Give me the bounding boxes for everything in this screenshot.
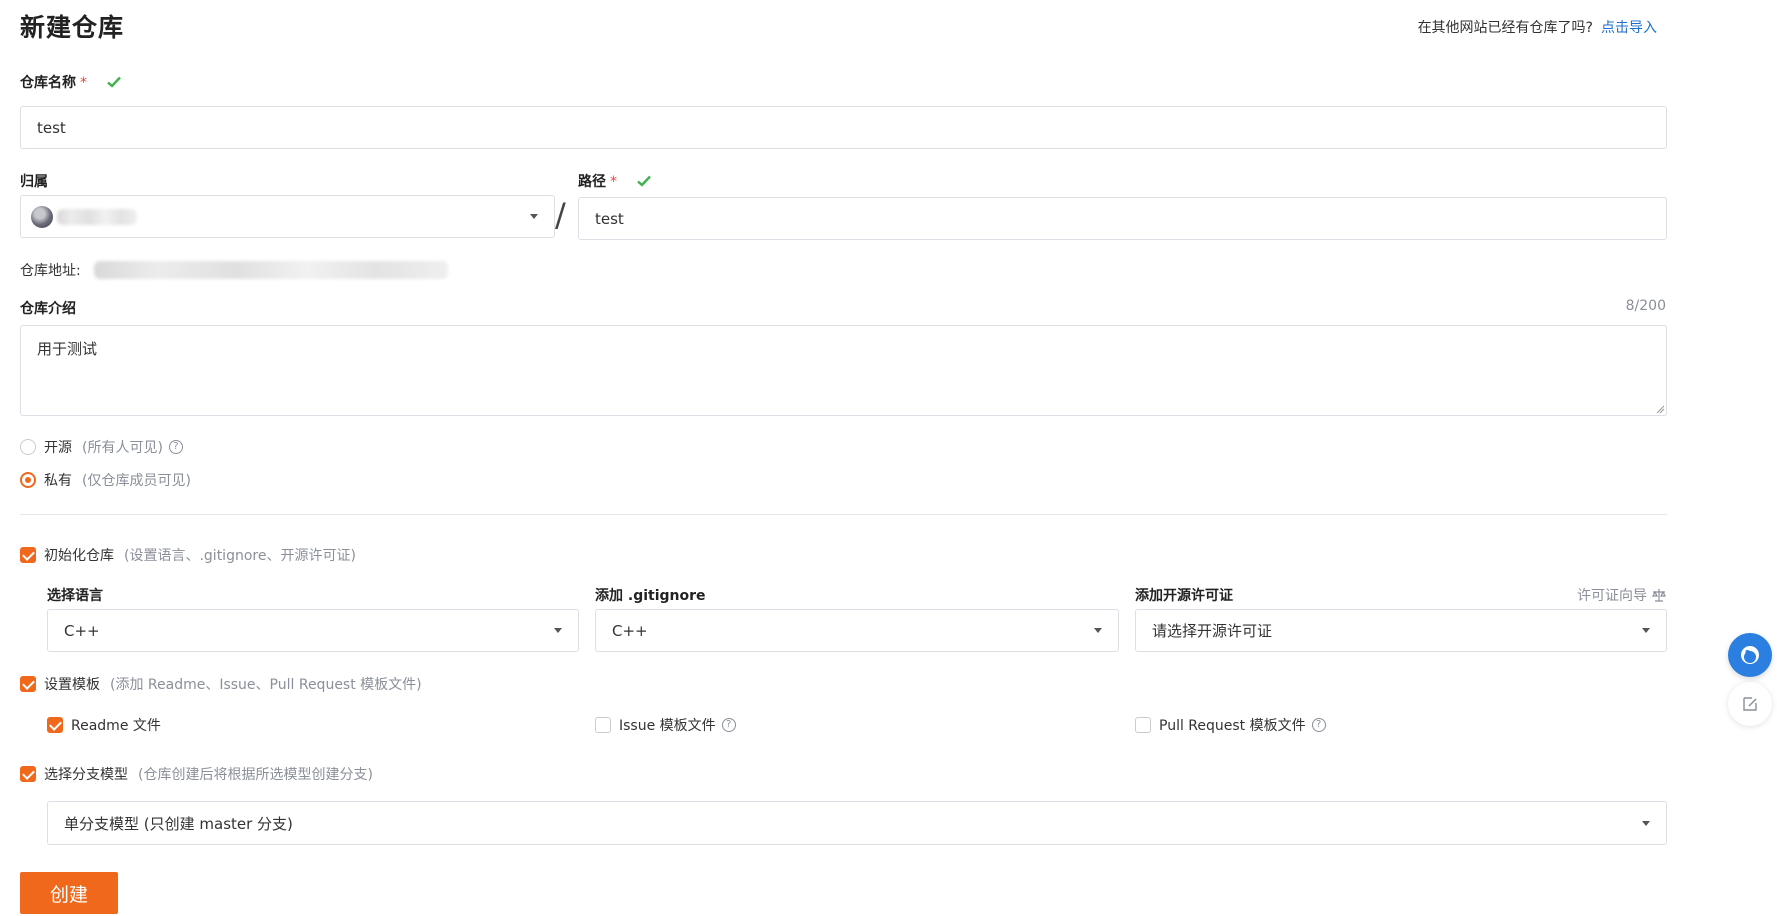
pr-template-checkbox[interactable] (1135, 717, 1151, 733)
import-hint-text: 在其他网站已经有仓库了吗? (1417, 20, 1593, 36)
chevron-down-icon (530, 214, 538, 219)
assistant-float-button[interactable] (1728, 633, 1772, 677)
help-icon[interactable]: ? (168, 440, 183, 454)
intro-textarea[interactable]: 用于测试 (20, 325, 1667, 416)
chevron-down-icon (1642, 820, 1650, 826)
radio-open[interactable] (20, 439, 36, 455)
license-label: 添加开源许可证 (1135, 588, 1233, 604)
intro-char-count: 8/200 (1625, 298, 1666, 314)
issue-template-option[interactable]: Issue 模板文件 ? (595, 715, 736, 735)
check-icon (107, 76, 121, 88)
issue-template-label: Issue 模板文件 (619, 718, 716, 734)
license-guide-text: 许可证向导 (1577, 588, 1647, 604)
repo-name-input[interactable]: test (20, 106, 1667, 149)
owner-name-blurred (57, 208, 137, 225)
import-link[interactable]: 点击导入 (1601, 20, 1657, 36)
readme-checkbox[interactable] (47, 717, 63, 733)
visibility-private-sub: (仅仓库成员可见) (82, 473, 191, 489)
license-placeholder: 请选择开源许可证 (1152, 622, 1273, 640)
template-sub: (添加 Readme、Issue、Pull Request 模板文件) (110, 677, 422, 693)
path-label: 路径 * (578, 171, 652, 191)
init-repo-option[interactable]: 初始化仓库 (设置语言、.gitignore、开源许可证) (20, 545, 356, 565)
owner-value (31, 205, 137, 228)
help-icon[interactable]: ? (721, 718, 736, 732)
help-icon[interactable]: ? (1311, 718, 1326, 732)
pr-template-option[interactable]: Pull Request 模板文件 ? (1135, 715, 1326, 735)
pr-template-label: Pull Request 模板文件 (1159, 718, 1306, 734)
license-guide-link[interactable]: 许可证向导 (1577, 585, 1666, 605)
required-mark: * (610, 174, 617, 190)
feedback-float-button[interactable] (1728, 682, 1772, 726)
create-button[interactable]: 创建 (20, 872, 118, 914)
gitignore-value: C++ (612, 621, 648, 640)
language-value: C++ (64, 621, 100, 640)
required-mark: * (80, 75, 87, 91)
repo-name-label: 仓库名称 * (20, 72, 122, 92)
init-repo-label: 初始化仓库 (44, 548, 114, 564)
branch-model-value: 单分支模型 (只创建 master 分支) (64, 814, 293, 833)
readme-label: Readme 文件 (71, 718, 161, 734)
path-input[interactable]: test (578, 197, 1667, 240)
chevron-down-icon (1642, 628, 1650, 633)
visibility-private-option[interactable]: 私有 (仅仓库成员可见) (20, 470, 191, 490)
branch-model-checkbox[interactable] (20, 766, 36, 782)
gitignore-select[interactable]: C++ (595, 609, 1119, 652)
visibility-open-option[interactable]: 开源 (所有人可见) ? (20, 437, 183, 457)
branch-model-sub: (仓库创建后将根据所选模型创建分支) (138, 767, 373, 783)
edit-icon (1743, 697, 1757, 711)
avatar (31, 205, 53, 228)
readme-option[interactable]: Readme 文件 (47, 715, 161, 735)
chevron-down-icon (554, 628, 562, 633)
path-separator: / (555, 196, 566, 234)
visibility-open-sub: (所有人可见) (82, 440, 163, 456)
check-icon (637, 175, 651, 187)
branch-model-label: 选择分支模型 (44, 767, 128, 783)
scale-icon (1652, 589, 1666, 602)
language-select[interactable]: C++ (47, 609, 579, 652)
import-hint: 在其他网站已经有仓库了吗? 点击导入 (1418, 17, 1657, 37)
template-option[interactable]: 设置模板 (添加 Readme、Issue、Pull Request 模板文件) (20, 674, 422, 694)
address-value-blurred (94, 261, 448, 279)
chevron-down-icon (1094, 628, 1102, 633)
visibility-private-label: 私有 (44, 473, 72, 489)
init-repo-sub: (设置语言、.gitignore、开源许可证) (124, 548, 356, 564)
template-label: 设置模板 (44, 677, 100, 693)
branch-model-select[interactable]: 单分支模型 (只创建 master 分支) (47, 801, 1667, 845)
visibility-open-label: 开源 (44, 440, 72, 456)
address-label: 仓库地址: (20, 263, 81, 279)
branch-model-option[interactable]: 选择分支模型 (仓库创建后将根据所选模型创建分支) (20, 764, 373, 784)
owner-label: 归属 (20, 174, 48, 190)
resize-handle-icon[interactable] (1655, 404, 1665, 414)
assistant-icon (1741, 646, 1759, 664)
issue-template-checkbox[interactable] (595, 717, 611, 733)
template-checkbox[interactable] (20, 676, 36, 692)
gitignore-label: 添加 .gitignore (595, 588, 706, 604)
intro-label: 仓库介绍 (20, 301, 76, 317)
divider (20, 514, 1667, 515)
repo-name-label-text: 仓库名称 (20, 75, 76, 91)
license-select[interactable]: 请选择开源许可证 (1135, 609, 1667, 652)
owner-select[interactable] (20, 195, 555, 238)
page-title: 新建仓库 (20, 13, 125, 42)
radio-private[interactable] (20, 472, 36, 488)
language-label: 选择语言 (47, 588, 103, 604)
init-repo-checkbox[interactable] (20, 547, 36, 563)
path-label-text: 路径 (578, 174, 606, 190)
